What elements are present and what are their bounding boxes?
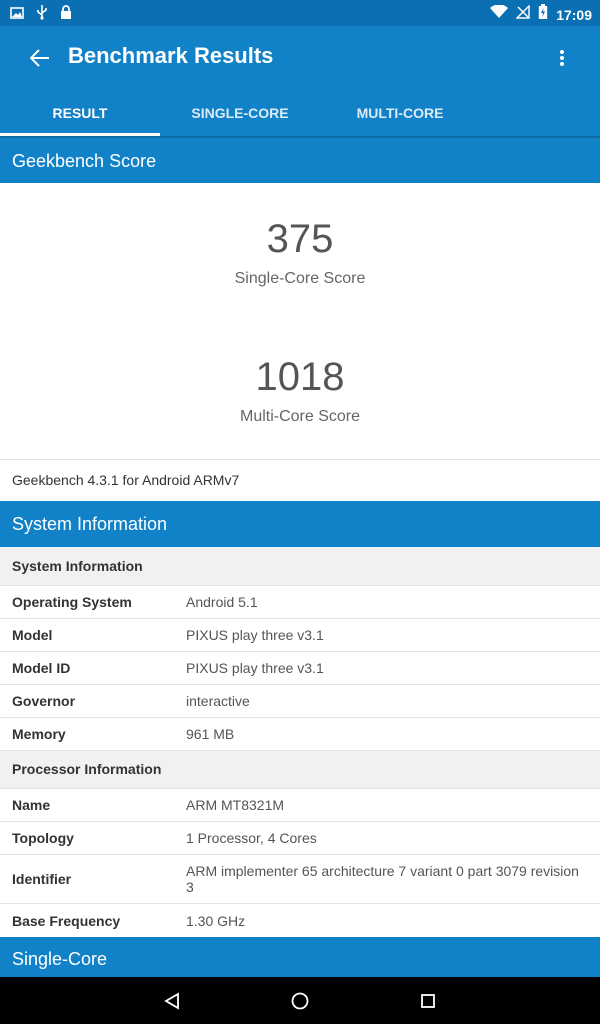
nav-back-icon <box>164 992 179 1010</box>
usb-icon <box>36 4 48 25</box>
tab-multi-core[interactable]: MULTI-CORE <box>320 90 480 136</box>
navigation-bar <box>0 977 600 1024</box>
arrow-back-icon <box>30 49 49 67</box>
nav-back-button[interactable] <box>158 987 186 1015</box>
row-value: ARM implementer 65 architecture 7 varian… <box>186 863 579 895</box>
multi-core-score-value: 1018 <box>255 355 345 399</box>
page-title: Benchmark Results <box>68 43 274 68</box>
table-row: Model PIXUS play three v3.1 <box>0 619 600 652</box>
tab-result[interactable]: RESULT <box>0 90 160 136</box>
tab-bar: RESULT SINGLE-CORE MULTI-CORE <box>0 90 600 136</box>
image-notification-icon <box>10 6 24 24</box>
table-row: Model ID PIXUS play three v3.1 <box>0 652 600 685</box>
row-key: Identifier <box>12 871 72 887</box>
row-value: 1 Processor, 4 Cores <box>186 830 317 846</box>
system-info-table: System Information Operating System Andr… <box>0 547 600 937</box>
lock-icon <box>60 4 72 25</box>
no-signal-icon <box>515 4 530 24</box>
single-core-score-block: 375 Single-Core Score <box>0 216 600 288</box>
group-system-information: System Information <box>0 547 600 586</box>
multi-core-score-block: 1018 Multi-Core Score <box>0 354 600 426</box>
row-value: interactive <box>186 693 250 709</box>
row-key: Governor <box>12 693 76 709</box>
more-vert-icon <box>560 50 564 66</box>
row-key: Name <box>12 797 51 813</box>
row-value: 961 MB <box>186 726 235 742</box>
row-key: Model ID <box>12 660 71 676</box>
overflow-menu-button[interactable] <box>548 44 576 72</box>
row-key: Operating System <box>12 594 132 610</box>
tab-single-core[interactable]: SINGLE-CORE <box>160 90 320 136</box>
multi-core-score-label: Multi-Core Score <box>239 408 361 425</box>
table-row: Identifier ARM implementer 65 architectu… <box>0 855 600 904</box>
row-key: Base Frequency <box>12 912 121 929</box>
single-core-score-label: Single-Core Score <box>234 270 366 287</box>
row-key: Model <box>12 627 53 643</box>
table-row: Topology 1 Processor, 4 Cores <box>0 822 600 855</box>
table-row: Name ARM MT8321M <box>0 789 600 822</box>
back-button[interactable] <box>22 42 58 74</box>
status-bar: 17:09 <box>0 0 600 26</box>
row-value: PIXUS play three v3.1 <box>186 627 324 643</box>
system-information-header: System Information <box>0 501 600 547</box>
single-core-score-value: 375 <box>266 217 334 261</box>
row-value: PIXUS play three v3.1 <box>186 660 324 676</box>
row-key: Topology <box>12 830 74 846</box>
wifi-icon <box>490 4 509 24</box>
nav-recents-icon <box>421 994 435 1008</box>
row-value: ARM MT8321M <box>186 797 285 813</box>
nav-recents-button[interactable] <box>414 987 442 1015</box>
row-key: Memory <box>12 726 66 742</box>
app-bar: Benchmark Results <box>0 26 600 90</box>
table-row: Base Frequency 1.30 GHz <box>0 904 600 937</box>
battery-charging-icon <box>538 4 548 25</box>
table-row: Memory 961 MB <box>0 718 600 751</box>
nav-home-icon <box>291 992 309 1010</box>
nav-home-button[interactable] <box>286 987 314 1015</box>
row-value: 1.30 GHz <box>186 912 246 929</box>
table-row: Operating System Android 5.1 <box>0 586 600 619</box>
row-value: Android 5.1 <box>186 594 258 610</box>
table-row: Governor interactive <box>0 685 600 718</box>
geekbench-version: Geekbench 4.3.1 for Android ARMv7 <box>0 459 600 501</box>
geekbench-score-header: Geekbench Score <box>0 136 600 183</box>
status-time: 17:09 <box>556 6 592 23</box>
group-processor-information: Processor Information <box>0 751 600 789</box>
single-core-header: Single-Core <box>0 937 600 977</box>
